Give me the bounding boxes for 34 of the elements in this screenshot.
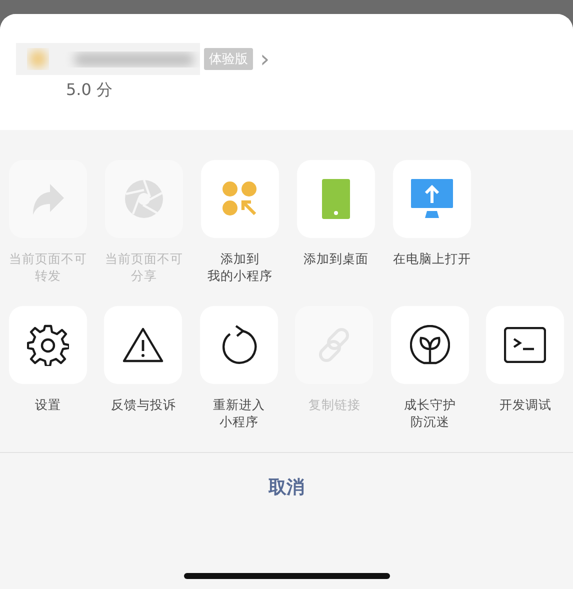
phone-icon [322,179,350,219]
action-button[interactable] [200,306,278,384]
action-label: 分享 [131,267,157,284]
action-label: 我的小程序 [208,267,272,284]
warning-icon [122,327,164,363]
add-mini-program-icon [222,181,258,217]
monitor-upload-icon [411,179,453,219]
action-button[interactable] [8,306,87,384]
action-label: 防沉迷 [410,413,450,430]
sprout-icon [410,325,450,365]
action-button[interactable] [104,306,182,384]
terminal-icon [504,327,546,363]
action-label: 当前页面不可 [105,250,183,267]
reload-icon [220,325,258,365]
action-button[interactable] [390,306,469,384]
rating-score: 5.0 分 [66,80,114,101]
action-label: 在电脑上打开 [393,250,471,267]
action-label: 转发 [35,267,61,284]
action-label: 设置 [34,396,61,413]
cancel-button[interactable]: 取消 [268,475,304,499]
action-label: 小程序 [219,413,258,430]
aperture-icon [124,179,164,219]
action-label: 重新进入 [212,396,265,413]
share-arrow-icon [30,182,66,216]
settings-icon [26,324,69,366]
action-label: 添加到桌面 [304,250,368,267]
action-label: 当前页面不可 [9,250,87,267]
action-label: 复制链接 [308,396,360,413]
action-label: 开发调试 [499,396,552,413]
chevron-icon[interactable]: › [260,47,270,71]
action-label: 添加到 [220,250,260,267]
action-button[interactable] [486,306,564,384]
action-label: 成长守护 [404,396,456,413]
action-label: 反馈与投诉 [110,396,176,413]
